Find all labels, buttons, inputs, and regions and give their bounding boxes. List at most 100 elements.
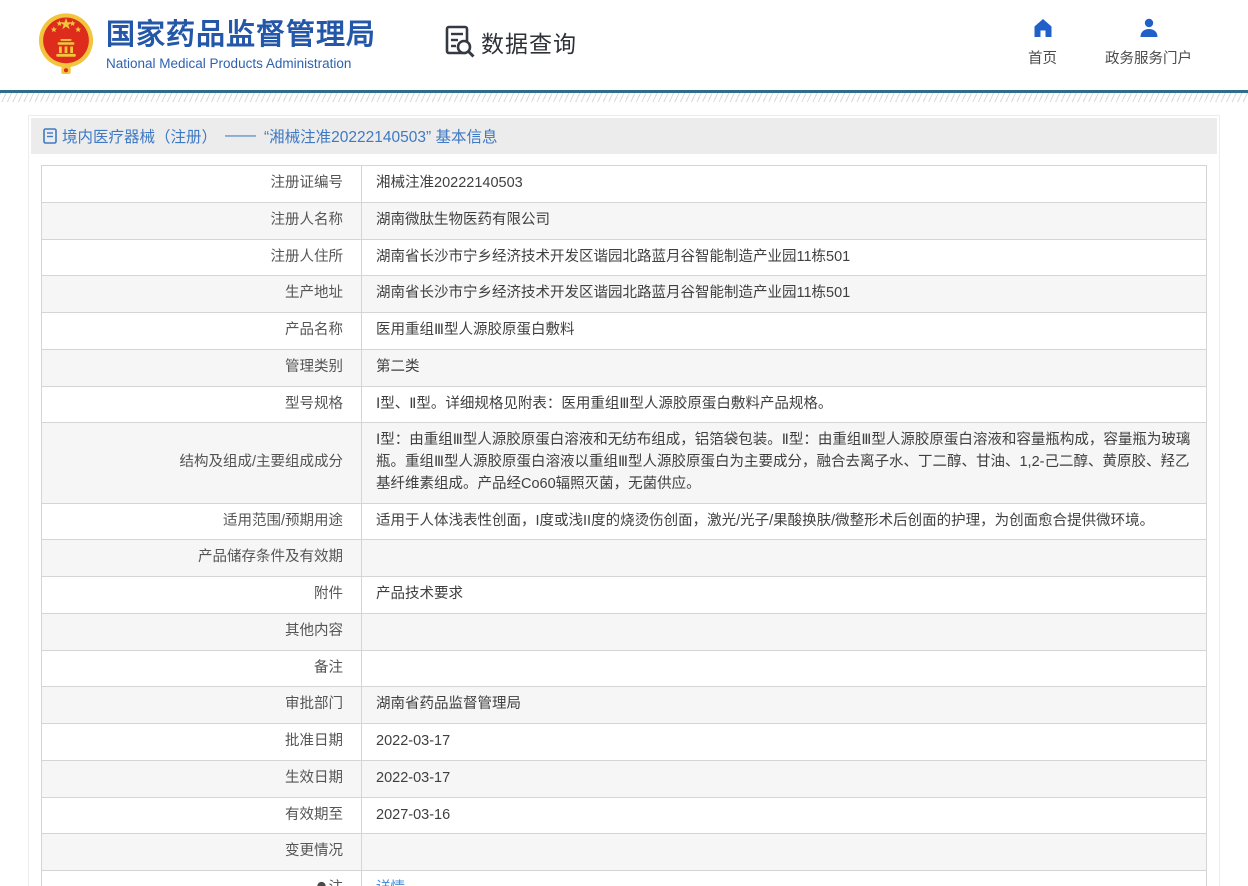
row-label-text: 注 — [329, 880, 344, 886]
row-label: 产品储存条件及有效期 — [41, 539, 362, 577]
registration-detail-table: 注册证编号 湘械注准20222140503 注册人名称 湖南微肽生物医药有限公司 注册人… — [41, 165, 1207, 886]
row-label: 管理类别 — [41, 348, 362, 387]
row-value: 产品技术要求 — [361, 576, 1207, 614]
row-label-text: 备注 — [314, 659, 343, 676]
row-value: 湖南省长沙市宁乡经济技术开发区谐园北路蓝月谷智能制造产业园11栋501 — [361, 275, 1207, 313]
home-icon — [1034, 19, 1051, 37]
row-label-text: 批准日期 — [285, 733, 343, 749]
row-value — [361, 539, 1207, 577]
row-value-text: 湘械注准20222140503 — [376, 175, 523, 191]
row-label-text: 注册人名称 — [270, 211, 344, 228]
table-row: 注册证编号 湘械注准20222140503 — [41, 165, 1207, 203]
row-label-text: 产品名称 — [285, 322, 343, 338]
row-label-text: 产品储存条件及有效期 — [198, 549, 343, 566]
table-row: 型号规格 Ⅰ型、Ⅱ型。详细规格见附表：医用重组Ⅲ型人源胶原蛋白敷料产品规格。 — [41, 385, 1207, 424]
row-label: 生产地址 — [41, 275, 362, 313]
row-value-text: 湖南省长沙市宁乡经济技术开发区谐园北路蓝月谷智能制造产业园11栋501 — [376, 285, 851, 302]
row-value: 2027-03-16 — [361, 796, 1207, 835]
row-value: 2022-03-17 — [361, 759, 1207, 798]
row-label-text: 结构及组成/主要组成成分 — [179, 454, 343, 470]
detail-link[interactable]: 详情 — [376, 880, 405, 886]
row-label: 变更情况 — [41, 833, 362, 871]
row-value: Ⅰ型、Ⅱ型。详细规格见附表：医用重组Ⅲ型人源胶原蛋白敷料产品规格。 — [361, 385, 1207, 424]
table-row: 管理类别 第二类 — [41, 348, 1207, 387]
agency-title: 国家药品监督管理局 — [106, 19, 377, 52]
table-row: 其他内容 — [41, 612, 1207, 651]
hatch-band — [0, 93, 1248, 102]
table-row: 附件 产品技术要求 — [41, 576, 1207, 614]
row-label-text: 管理类别 — [285, 358, 343, 375]
row-value-text: Ⅰ型、Ⅱ型。详细规格见附表：医用重组Ⅲ型人源胶原蛋白敷料产品规格。 — [376, 395, 833, 412]
row-label: 其他内容 — [41, 612, 362, 651]
row-label: 审批部门 — [41, 686, 362, 724]
content-container: 境内医疗器械（注册） —— “湘械注准20222140503” 基本信息 注册证… — [28, 115, 1220, 886]
row-label-text: 生产地址 — [285, 285, 343, 302]
row-value-text: 医用重组Ⅲ型人源胶原蛋白敷料 — [376, 322, 575, 338]
row-value — [361, 833, 1207, 871]
row-label-text: 适用范围/预期用途 — [222, 512, 343, 529]
nav-label-portal: 政务服务门户 — [1105, 51, 1192, 67]
row-value-text: 湖南微肽生物医药有限公司 — [376, 211, 550, 228]
table-row: 生产地址 湖南省长沙市宁乡经济技术开发区谐园北路蓝月谷智能制造产业园11栋501 — [41, 275, 1207, 313]
row-label: 批准日期 — [41, 723, 362, 761]
row-label: 生效日期 — [41, 759, 362, 798]
row-value-text: 2022-03-17 — [376, 733, 451, 749]
table-row: 变更情况 — [41, 833, 1207, 871]
note-icon — [316, 881, 326, 886]
row-value-text: 产品技术要求 — [376, 586, 463, 602]
row-value: 湖南省长沙市宁乡经济技术开发区谐园北路蓝月谷智能制造产业园11栋501 — [361, 238, 1207, 277]
breadcrumb-category[interactable]: 境内医疗器械（注册） — [62, 125, 217, 147]
row-value-text: 2027-03-16 — [376, 806, 451, 823]
row-label-text: 其他内容 — [285, 622, 343, 639]
row-value: 湖南微肽生物医药有限公司 — [361, 201, 1207, 240]
table-row: 注册人名称 湖南微肽生物医药有限公司 — [41, 201, 1207, 240]
table-row: 批准日期 2022-03-17 — [41, 723, 1207, 761]
nav-label-home: 首页 — [1028, 51, 1057, 67]
table-row: 有效期至 2027-03-16 — [41, 796, 1207, 835]
row-label: 型号规格 — [41, 385, 362, 424]
row-value: Ⅰ型：由重组Ⅲ型人源胶原蛋白溶液和无纺布组成，铝箔袋包装。Ⅱ型：由重组Ⅲ型人源胶… — [361, 422, 1207, 504]
row-label: 注册人名称 — [41, 201, 362, 240]
row-value-text: 湖南省长沙市宁乡经济技术开发区谐园北路蓝月谷智能制造产业园11栋501 — [376, 248, 851, 265]
row-value: 医用重组Ⅲ型人源胶原蛋白敷料 — [361, 312, 1207, 350]
document-icon — [43, 128, 57, 144]
row-value: 湘械注准20222140503 — [361, 165, 1207, 203]
row-value-text: 湖南省药品监督管理局 — [376, 696, 521, 713]
page-header: 国家药品监督管理局 National Medical Products Admi… — [0, 0, 1248, 90]
national-emblem-logo — [38, 13, 94, 74]
table-row: 结构及组成/主要组成成分 Ⅰ型：由重组Ⅲ型人源胶原蛋白溶液和无纺布组成，铝箔袋包装… — [41, 422, 1207, 504]
top-nav: 首页 政务服务门户 — [1028, 16, 1192, 68]
row-value-text: Ⅰ型：由重组Ⅲ型人源胶原蛋白溶液和无纺布组成，铝箔袋包装。Ⅱ型：由重组Ⅲ型人源胶… — [376, 432, 1191, 492]
table-row: 注 详情 — [41, 870, 1207, 886]
row-label: 附件 — [41, 576, 362, 614]
row-value — [361, 649, 1207, 688]
table-row: 注册人住所 湖南省长沙市宁乡经济技术开发区谐园北路蓝月谷智能制造产业园11栋501 — [41, 238, 1207, 277]
row-value: 详情 — [361, 870, 1207, 886]
row-label: 有效期至 — [41, 796, 362, 835]
table-row: 审批部门 湖南省药品监督管理局 — [41, 686, 1207, 724]
row-value: 湖南省药品监督管理局 — [361, 686, 1207, 724]
row-label-text: 附件 — [314, 586, 343, 602]
user-icon — [1140, 18, 1157, 37]
row-label: 注册人住所 — [41, 238, 362, 277]
row-label-text: 型号规格 — [285, 395, 343, 412]
table-row: 产品储存条件及有效期 — [41, 539, 1207, 577]
row-value — [361, 612, 1207, 651]
row-value: 适用于人体浅表性创面，I度或浅II度的烧烫伤创面，激光/光子/果酸换肤/微整形术… — [361, 502, 1207, 541]
section-title: 数据查询 — [481, 31, 578, 57]
row-label-text: 变更情况 — [285, 843, 343, 860]
nav-item-portal[interactable]: 政务服务门户 — [1105, 16, 1192, 68]
row-label: 结构及组成/主要组成成分 — [41, 422, 362, 504]
row-label: 产品名称 — [41, 312, 362, 350]
breadcrumb-dash: —— — [225, 127, 257, 144]
row-label-text: 注册证编号 — [270, 175, 344, 191]
breadcrumb-current: “湘械注准20222140503” 基本信息 — [264, 129, 498, 146]
row-label-text: 注册人住所 — [270, 248, 344, 265]
table-row: 生效日期 2022-03-17 — [41, 759, 1207, 798]
table-row: 产品名称 医用重组Ⅲ型人源胶原蛋白敷料 — [41, 312, 1207, 350]
row-value-text: 适用于人体浅表性创面，I度或浅II度的烧烫伤创面，激光/光子/果酸换肤/微整形术… — [376, 512, 1155, 529]
row-value-text: 第二类 — [376, 358, 420, 375]
row-label-text: 生效日期 — [285, 769, 343, 786]
nav-item-home[interactable]: 首页 — [1028, 16, 1057, 68]
row-value: 2022-03-17 — [361, 723, 1207, 761]
